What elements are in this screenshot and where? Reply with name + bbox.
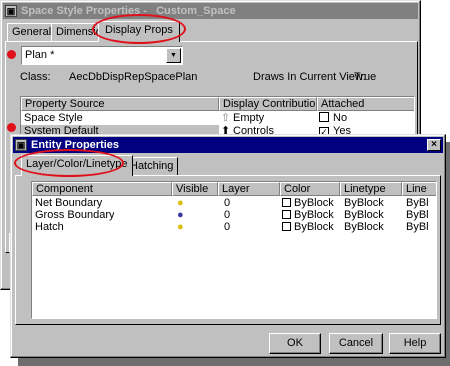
linetype-value[interactable]: ByBlock xyxy=(344,221,384,234)
color-text: ByBlock xyxy=(294,209,334,221)
column-header-visible[interactable]: Visible xyxy=(172,182,218,196)
column-header-property-source[interactable]: Property Source xyxy=(21,97,219,111)
space-style-title: Space Style Properties - _Custom_Space xyxy=(21,5,236,17)
column-header-lineweight[interactable]: Line xyxy=(402,182,436,196)
window-shadow xyxy=(18,358,450,366)
entity-properties-title: Entity Properties xyxy=(31,139,120,151)
tab-hatching[interactable]: Hatching xyxy=(125,157,179,175)
cancel-label: Cancel xyxy=(338,337,374,349)
class-label: Class: xyxy=(20,71,51,83)
cancel-button[interactable]: Cancel xyxy=(329,333,383,354)
window-icon: ▣ xyxy=(15,139,27,151)
lightbulb-on-icon[interactable]: ● xyxy=(177,221,184,234)
draws-value: True xyxy=(354,71,377,83)
close-icon[interactable]: × xyxy=(427,139,441,151)
row-contribution: Empty xyxy=(233,112,265,124)
column-header-layer[interactable]: Layer xyxy=(218,182,280,196)
lineweight-value[interactable]: ByBl xyxy=(406,221,429,234)
column-header-color[interactable]: Color xyxy=(280,182,340,196)
draws-label: Draws In Current View: xyxy=(253,71,366,83)
display-rep-value: Plan * xyxy=(25,49,55,61)
window-icon: ▣ xyxy=(5,5,17,17)
row-attached: No xyxy=(333,112,348,124)
ok-label: OK xyxy=(287,337,303,349)
help-button[interactable]: Help xyxy=(389,333,441,354)
color-text: ByBlock xyxy=(294,221,334,233)
ok-button[interactable]: OK xyxy=(269,333,321,354)
tab-display-props[interactable]: Display Props xyxy=(98,21,180,42)
component-list[interactable]: Component Visible Layer Color Linetype L… xyxy=(31,181,437,319)
color-value[interactable]: ByBlock xyxy=(282,221,334,234)
row-source: Space Style xyxy=(24,112,83,124)
component-name: Hatch xyxy=(35,221,64,233)
entity-properties-title-bar[interactable]: ▣ Entity Properties × xyxy=(13,137,443,153)
column-header-component[interactable]: Component xyxy=(32,182,172,196)
column-header-attached[interactable]: Attached xyxy=(317,97,414,111)
tab-layer-color-linetype[interactable]: Layer/Color/Linetype xyxy=(21,155,133,176)
color-text: ByBlock xyxy=(294,197,334,209)
column-header-linetype[interactable]: Linetype xyxy=(340,182,402,196)
tab-general[interactable]: General xyxy=(7,23,57,41)
attached-checkbox[interactable] xyxy=(319,112,331,125)
class-value: AecDbDispRepSpacePlan xyxy=(69,71,198,83)
space-style-title-bar[interactable]: ▣ Space Style Properties - _Custom_Space xyxy=(3,3,418,19)
column-header-display-contribution[interactable]: Display Contribution xyxy=(219,97,317,111)
chevron-down-icon[interactable]: ▼ xyxy=(166,48,181,63)
empty-arrow-icon: ⇧ xyxy=(221,112,231,124)
entity-properties-window: ▣ Entity Properties × Layer/Color/Linety… xyxy=(10,134,446,358)
help-label: Help xyxy=(403,337,427,349)
layer-value[interactable]: 0 xyxy=(224,221,230,234)
display-rep-combo[interactable]: Plan * ▼ xyxy=(21,46,183,65)
combo-marker-dot xyxy=(7,50,16,59)
system-default-marker-dot xyxy=(7,123,16,132)
